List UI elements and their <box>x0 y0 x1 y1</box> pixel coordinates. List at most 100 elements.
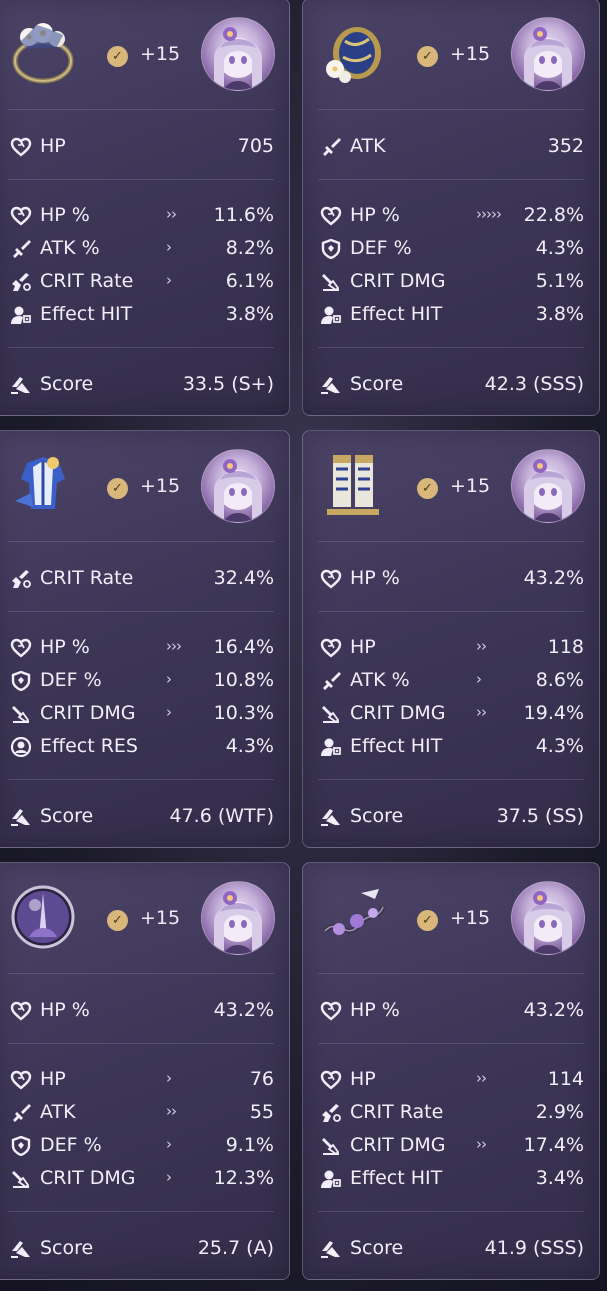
check-icon: ✓ <box>417 478 438 499</box>
sword-icon <box>10 239 32 259</box>
score-icon <box>320 375 342 395</box>
stat-name: HP <box>40 1068 66 1090</box>
score-icon <box>320 1239 342 1259</box>
stat-name: HP % <box>350 567 400 589</box>
stat-name: CRIT DMG <box>350 702 446 724</box>
sub-stat-row: CRIT DMG › 12.3% <box>8 1167 274 1191</box>
score-row: Score 41.9 (SSS) <box>318 1237 584 1261</box>
sub-stat-row: HP ›› 114 <box>318 1068 584 1092</box>
stat-name: Effect HIT <box>350 735 443 757</box>
crit-dmg-icon <box>320 272 342 292</box>
heart-icon <box>10 638 32 658</box>
stat-name: ATK % <box>40 237 100 259</box>
sub-stat-row: CRIT Rate › 6.1% <box>8 270 274 294</box>
divider <box>8 347 274 348</box>
rope-ornament-icon <box>317 881 389 953</box>
check-icon: ✓ <box>417 910 438 931</box>
stat-value: 10.8% <box>213 669 274 691</box>
sub-stat-row: CRIT Rate 2.9% <box>318 1101 584 1125</box>
score-icon <box>320 807 342 827</box>
stat-value: 3.4% <box>535 1167 584 1189</box>
relic-level: +15 <box>450 475 491 497</box>
sub-stat-row: Effect HIT 3.8% <box>318 303 584 327</box>
stat-name: ATK <box>350 135 386 157</box>
relic-card-6[interactable]: ✓ +15 HP % 43.2% HP ›› 114 CRIT Rate 2.9% CRI… <box>302 862 600 1280</box>
score-value: 37.5 (SS) <box>496 805 584 827</box>
roll-indicator: › <box>166 670 172 688</box>
stat-name: CRIT Rate <box>40 270 134 292</box>
stat-name: HP % <box>350 999 400 1021</box>
divider <box>318 779 584 780</box>
heart-icon <box>10 206 32 226</box>
stat-value: 43.2% <box>523 567 584 589</box>
roll-indicator: › <box>166 1135 172 1153</box>
stat-name: Effect RES <box>40 735 138 757</box>
divider <box>8 611 274 612</box>
roll-indicator: › <box>166 1168 172 1186</box>
stat-value: 8.2% <box>225 237 274 259</box>
stat-value: 43.2% <box>213 999 274 1021</box>
sub-stat-row: HP › 76 <box>8 1068 274 1092</box>
stat-name: Effect HIT <box>350 1167 443 1189</box>
relic-level: +15 <box>450 907 491 929</box>
heart-icon <box>10 1001 32 1021</box>
sub-stat-row: DEF % › 10.8% <box>8 669 274 693</box>
stat-name: CRIT Rate <box>40 567 134 589</box>
divider <box>8 541 274 542</box>
stat-value: 43.2% <box>523 999 584 1021</box>
sub-stat-row: DEF % › 9.1% <box>8 1134 274 1158</box>
roll-indicator: ›› <box>166 1102 177 1120</box>
sub-stat-row: ATK % › 8.2% <box>8 237 274 261</box>
sub-stat-row: CRIT DMG ›› 19.4% <box>318 702 584 726</box>
stat-value: 55 <box>249 1101 274 1123</box>
effect-hit-icon <box>320 1169 342 1189</box>
divider <box>8 109 274 110</box>
relic-header: ✓ +15 <box>0 431 289 541</box>
stat-value: 5.1% <box>535 270 584 292</box>
stat-name: HP <box>40 135 66 157</box>
crit-rate-icon <box>320 1103 342 1123</box>
sub-stat-row: HP % ››› 16.4% <box>8 636 274 660</box>
relic-card-3[interactable]: ✓ +15 CRIT Rate 32.4% HP % ››› 16.4% DEF % ›… <box>0 430 290 848</box>
score-value: 41.9 (SSS) <box>484 1237 584 1259</box>
stat-value: 19.4% <box>523 702 584 724</box>
sub-stat-row: ATK ›› 55 <box>8 1101 274 1125</box>
stat-value: 2.9% <box>535 1101 584 1123</box>
score-icon <box>10 375 32 395</box>
stat-value: 17.4% <box>523 1134 584 1156</box>
relic-level: +15 <box>450 43 491 65</box>
score-label: Score <box>350 805 404 827</box>
relic-card-4[interactable]: ✓ +15 HP % 43.2% HP ›› 118 ATK % › 8.6% CRIT D… <box>302 430 600 848</box>
crit-dmg-icon <box>320 704 342 724</box>
sub-stat-row: CRIT DMG 5.1% <box>318 270 584 294</box>
divider <box>318 179 584 180</box>
heart-icon <box>10 137 32 157</box>
divider <box>318 973 584 974</box>
relic-level: +15 <box>140 475 181 497</box>
crit-dmg-icon <box>10 704 32 724</box>
stat-name: HP % <box>350 204 400 226</box>
stat-value: 76 <box>249 1068 274 1090</box>
sub-stat-row: ATK % › 8.6% <box>318 669 584 693</box>
divider <box>318 347 584 348</box>
main-stat-row: HP % 43.2% <box>318 567 584 591</box>
divider <box>8 973 274 974</box>
relic-card-5[interactable]: ✓ +15 HP % 43.2% HP › 76 ATK ›› 55 DEF % › 9.1% C… <box>0 862 290 1280</box>
relic-card-2[interactable]: ✓ +15 ATK 352 HP % ››››› 22.8% DEF % 4.3% CRI… <box>302 0 600 416</box>
main-stat-row: ATK 352 <box>318 135 584 159</box>
stat-name: HP <box>350 1068 376 1090</box>
divider <box>8 1211 274 1212</box>
relic-header: ✓ +15 <box>0 863 289 973</box>
divider <box>318 611 584 612</box>
divider <box>8 179 274 180</box>
stat-value: 705 <box>237 135 274 157</box>
stat-value: 4.3% <box>225 735 274 757</box>
divider <box>8 779 274 780</box>
divider <box>8 1043 274 1044</box>
score-value: 42.3 (SSS) <box>484 373 584 395</box>
score-row: Score 42.3 (SSS) <box>318 373 584 397</box>
relic-card-1[interactable]: ✓ +15 HP 705 HP % ›› 11.6% ATK % › 8.2% CRIT R… <box>0 0 290 416</box>
roll-indicator: ›› <box>476 1069 487 1087</box>
relic-header: ✓ +15 <box>0 0 289 109</box>
heart-icon <box>320 1001 342 1021</box>
